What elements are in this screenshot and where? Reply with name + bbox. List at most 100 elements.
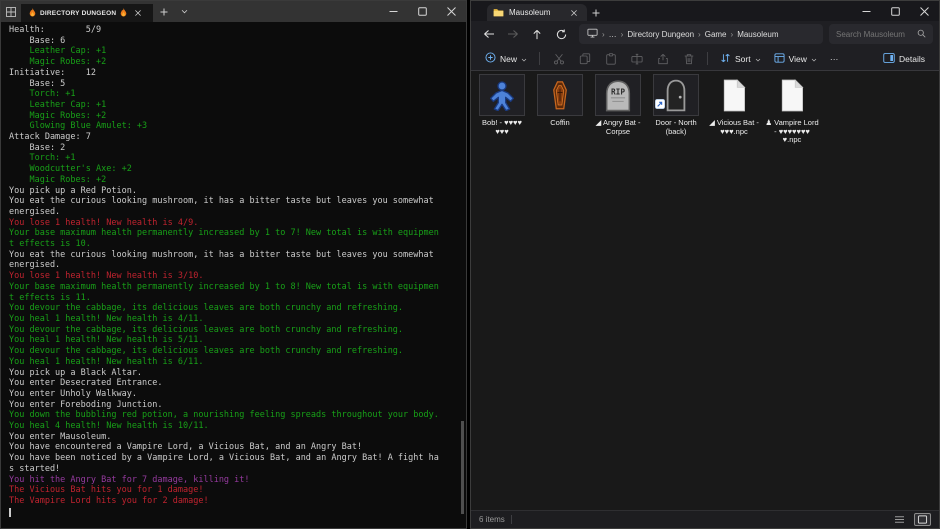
terminal-line: Your base maximum health permanently inc… <box>9 282 466 293</box>
terminal-line: You pick up a Black Altar. <box>9 368 466 379</box>
new-button[interactable]: New <box>479 49 533 68</box>
terminal-line: Glowing Blue Amulet: +3 <box>9 121 466 132</box>
large-icons-view-toggle-icon[interactable] <box>914 513 931 526</box>
breadcrumb-item-game[interactable]: Game <box>705 30 727 39</box>
up-icon[interactable] <box>525 24 549 44</box>
terminal-line: You down the bubbling red potion, a nour… <box>9 410 466 421</box>
sort-icon <box>720 53 731 65</box>
rename-icon[interactable] <box>624 50 649 68</box>
terminal-scrollbar[interactable] <box>461 421 464 514</box>
terminal-line: Health: 5/9 <box>9 25 466 36</box>
details-button-label: Details <box>899 54 925 64</box>
view-button[interactable]: View <box>768 50 823 68</box>
explorer-tab-mausoleum[interactable]: Mausoleum <box>487 4 587 21</box>
forward-icon[interactable] <box>501 24 525 44</box>
terminal-line: You heal 4 health! New health is 10/11. <box>9 421 466 432</box>
toolbar-divider <box>707 52 708 65</box>
terminal-line: You eat the curious looking mushroom, it… <box>9 196 466 207</box>
minimize-button[interactable] <box>852 1 881 21</box>
more-options-button[interactable]: ··· <box>824 51 845 67</box>
tombstone-icon: RIP <box>595 74 641 116</box>
tab-dropdown-icon[interactable] <box>175 1 193 22</box>
tab-close-icon[interactable] <box>131 4 145 22</box>
view-button-label: View <box>789 54 807 64</box>
breadcrumb-item-mausoleum[interactable]: Mausoleum <box>737 30 778 39</box>
maximize-button[interactable] <box>408 1 437 22</box>
new-tab-button[interactable] <box>153 1 175 22</box>
chevron-down-icon <box>521 54 527 64</box>
sort-button-label: Sort <box>735 54 751 64</box>
cut-icon[interactable] <box>546 50 571 68</box>
terminal-line: You enter Foreboding Junction. <box>9 400 466 411</box>
terminal-line: You enter Unholy Walkway. <box>9 389 466 400</box>
file-item[interactable]: RIP◢ Angry Bat -Corpse <box>589 74 647 136</box>
details-pane-icon <box>883 53 895 65</box>
terminal-line: You heal 1 health! New health is 4/11. <box>9 314 466 325</box>
back-icon[interactable] <box>477 24 501 44</box>
new-button-label: New <box>500 54 517 64</box>
terminal-line: The Vicious Bat hits you for 1 damage! <box>9 485 466 496</box>
file-item[interactable]: ◢ Vicious Bat -♥♥♥.npc <box>705 74 763 136</box>
door-icon <box>653 74 699 116</box>
file-item[interactable]: Bob! - ♥♥♥♥♥♥♥ <box>473 74 531 136</box>
person-icon <box>479 74 525 116</box>
terminal-line: You devour the cabbage, its delicious le… <box>9 346 466 357</box>
terminal-line: Torch: +1 <box>9 153 466 164</box>
tab-close-icon[interactable] <box>567 4 581 22</box>
terminal-line: Base: 5 <box>9 79 466 90</box>
maximize-button[interactable] <box>881 1 910 21</box>
delete-icon[interactable] <box>676 50 701 68</box>
file-item[interactable]: ♟ Vampire Lord- ♥♥♥♥♥♥♥♥.npc <box>763 74 821 145</box>
terminal-line: Leather Cap: +1 <box>9 100 466 111</box>
explorer-tab-title: Mausoleum <box>509 8 562 17</box>
svg-text:RIP: RIP <box>611 87 625 96</box>
toolbar-divider <box>539 52 540 65</box>
terminal-line: s started! <box>9 464 466 475</box>
terminal-line: You lose 1 health! New health is 3/10. <box>9 271 466 282</box>
file-item[interactable]: Door - North(back) <box>647 74 705 136</box>
new-tab-button[interactable] <box>587 4 605 21</box>
document-icon <box>769 74 815 116</box>
file-grid: Bob! - ♥♥♥♥♥♥♥CoffinRIP◢ Angry Bat -Corp… <box>473 74 937 145</box>
chevron-down-icon <box>755 54 761 64</box>
file-label: ♥♥♥ <box>495 128 508 137</box>
search-input[interactable] <box>836 30 913 39</box>
terminal-line: Your base maximum health permanently inc… <box>9 228 466 239</box>
terminal-cursor <box>9 508 11 517</box>
terminal-output[interactable]: Health: 5/9 Base: 6 Leather Cap: +1 Magi… <box>1 22 466 517</box>
file-label: Corpse <box>606 128 630 137</box>
terminal-line: You hit the Angry Bat for 7 damage, kill… <box>9 475 466 486</box>
terminal-app-icon <box>1 1 21 22</box>
view-icon <box>774 53 785 65</box>
terminal-line: You enter Desecrated Entrance. <box>9 378 466 389</box>
breadcrumb-item-ellipsis[interactable]: … <box>609 30 617 39</box>
terminal-cursor-line <box>9 507 466 518</box>
details-button[interactable]: Details <box>877 50 931 68</box>
copy-icon[interactable] <box>572 50 597 68</box>
terminal-line: You heal 1 health! New health is 5/11. <box>9 335 466 346</box>
paste-icon[interactable] <box>598 50 623 68</box>
close-button[interactable] <box>910 1 939 21</box>
file-item[interactable]: Coffin <box>531 74 589 128</box>
share-icon[interactable] <box>650 50 675 68</box>
details-view-toggle-icon[interactable] <box>891 513 908 526</box>
close-button[interactable] <box>437 1 466 22</box>
explorer-status-bar: 6 items <box>471 510 939 528</box>
item-count: 6 items <box>479 515 505 524</box>
terminal-line: You heal 1 health! New health is 6/11. <box>9 357 466 368</box>
folder-icon <box>493 4 504 22</box>
breadcrumb-item-directory-dungeon[interactable]: Directory Dungeon <box>627 30 694 39</box>
minimize-button[interactable] <box>379 1 408 22</box>
terminal-tab-directory-dungeon[interactable]: DIRECTORY DUNGEON <box>21 4 153 22</box>
terminal-line: Initiative: 12 <box>9 68 466 79</box>
coffin-icon <box>537 74 583 116</box>
sort-button[interactable]: Sort <box>714 50 767 68</box>
terminal-tab-bar: DIRECTORY DUNGEON <box>1 1 466 22</box>
terminal-line: You lose 1 health! New health is 4/9. <box>9 218 466 229</box>
breadcrumb-separator: › <box>698 30 701 39</box>
terminal-line: Magic Robes: +2 <box>9 111 466 122</box>
new-plus-icon <box>485 52 496 65</box>
search-icon[interactable] <box>917 25 926 43</box>
this-pc-icon[interactable] <box>587 28 598 40</box>
refresh-icon[interactable] <box>549 24 573 44</box>
